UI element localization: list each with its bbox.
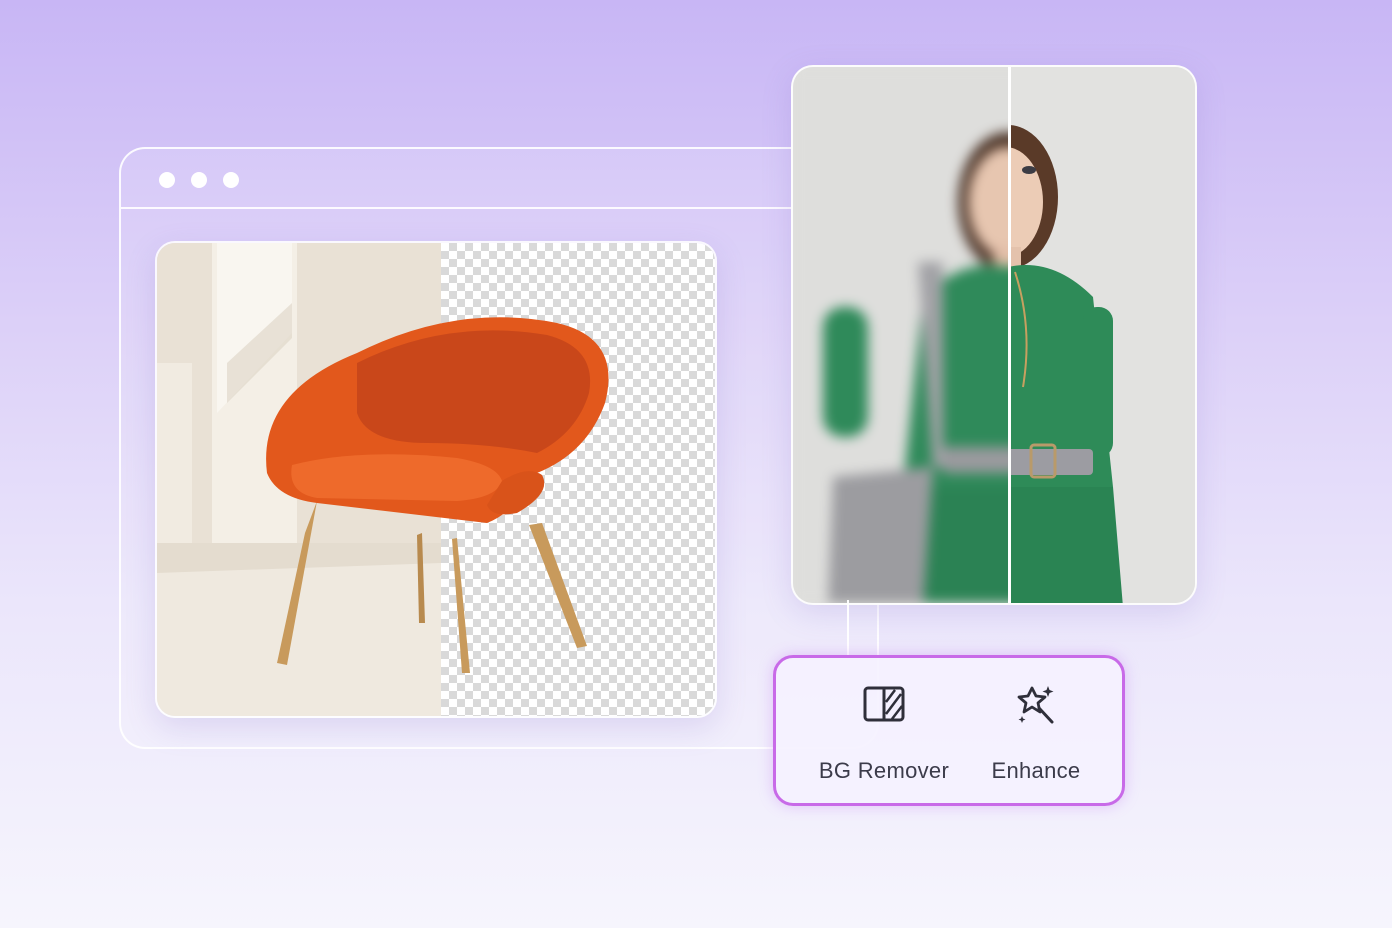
chair-image-preview bbox=[155, 241, 717, 718]
model-image-preview bbox=[791, 65, 1197, 605]
enhance-label: Enhance bbox=[991, 758, 1081, 783]
enhance-button[interactable]: Enhance bbox=[956, 682, 1116, 784]
tool-panel: BG Remover Enhance bbox=[773, 655, 1125, 806]
window-dot-1 bbox=[159, 172, 175, 188]
window-dot-3 bbox=[223, 172, 239, 188]
comparison-split-divider[interactable] bbox=[1008, 67, 1011, 603]
window-dot-2 bbox=[191, 172, 207, 188]
connector-line bbox=[847, 600, 849, 658]
chair-illustration bbox=[266, 317, 609, 673]
bg-remover-icon bbox=[863, 686, 905, 722]
bg-remover-button[interactable]: BG Remover bbox=[804, 682, 964, 784]
bg-remover-label: BG Remover bbox=[818, 758, 950, 783]
enhance-sparkle-icon bbox=[1017, 686, 1054, 724]
window-titlebar bbox=[121, 149, 877, 209]
